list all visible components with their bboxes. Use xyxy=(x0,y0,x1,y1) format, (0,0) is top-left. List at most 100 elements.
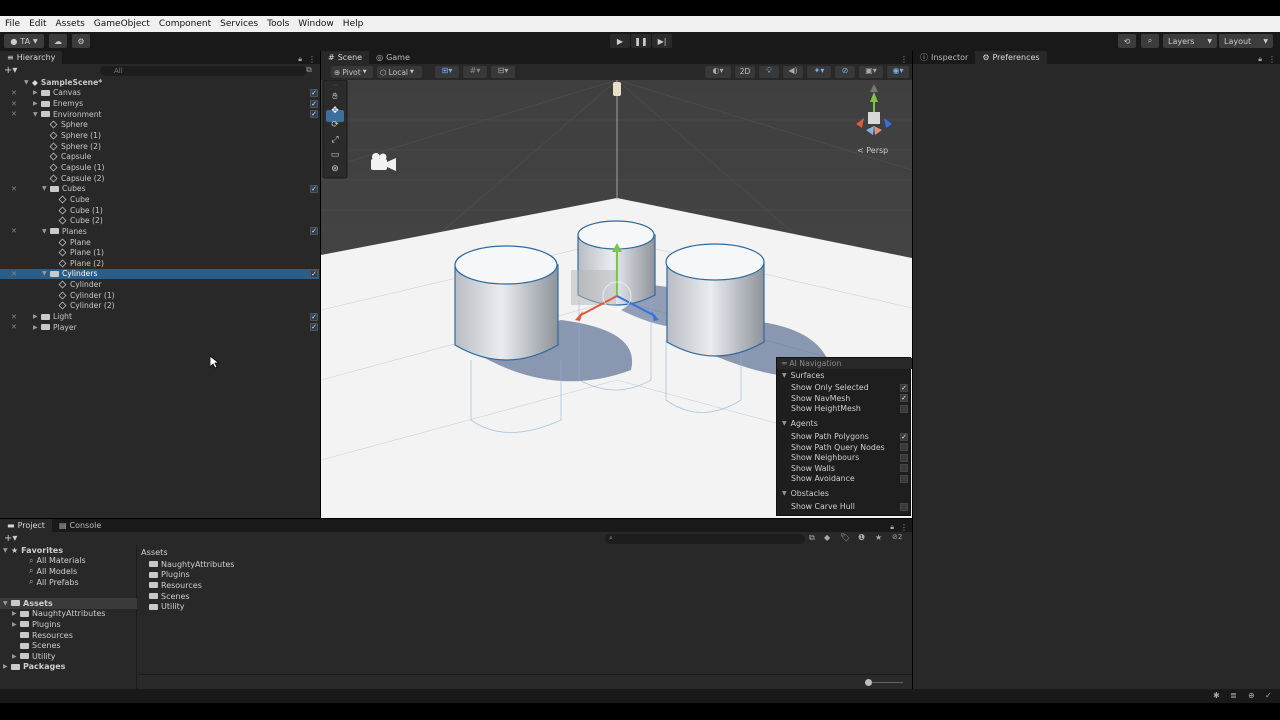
history-icon[interactable]: ⟲ xyxy=(1118,34,1136,48)
eye-icon[interactable]: ✕ xyxy=(11,185,17,193)
search-icon[interactable]: ⌕ xyxy=(1141,34,1159,48)
hierarchy-row[interactable]: ✕ ▼ Cylinders ✓ xyxy=(0,268,319,280)
project-tree-row[interactable]: ▶ Plugins xyxy=(0,619,137,630)
hierarchy-row[interactable]: ✕ ▶ Light ✓ xyxy=(0,311,319,322)
project-tree-row[interactable]: ▶ Packages xyxy=(0,662,137,673)
hierarchy-row[interactable]: Cylinder xyxy=(0,279,319,290)
rect-tool-icon[interactable]: ▭ xyxy=(331,150,340,164)
eye-icon[interactable]: ✕ xyxy=(11,323,17,331)
asset-item[interactable]: Resources xyxy=(149,580,202,591)
hierarchy-row[interactable]: Sphere (2) xyxy=(0,141,319,152)
search-by-label-icon[interactable]: ◆ xyxy=(824,533,830,542)
hierarchy-row[interactable]: Sphere xyxy=(0,120,319,131)
tab-scene[interactable]: # Scene xyxy=(321,51,370,64)
expand-arrow-icon[interactable]: ▼ xyxy=(24,79,32,86)
hierarchy-row[interactable]: Cube (2) xyxy=(0,215,319,226)
hierarchy-row[interactable]: Capsule (1) xyxy=(0,162,319,173)
tag-icon[interactable]: 🏷︎ xyxy=(840,533,850,542)
lock-icon[interactable]: 🔒︎ xyxy=(890,523,894,532)
expand-arrow-icon[interactable]: ▼ xyxy=(42,270,50,277)
check-circle-icon[interactable]: ✓ xyxy=(1265,691,1272,700)
cloud-icon[interactable]: ☁ xyxy=(49,34,67,48)
asset-item[interactable]: Utility xyxy=(149,601,185,612)
hierarchy-row[interactable]: Cylinder (2) xyxy=(0,301,319,312)
layers-dropdown[interactable]: Layers ▼ xyxy=(1163,34,1217,48)
nav-option-row[interactable]: Show NavMesh ✓ xyxy=(777,393,913,404)
hierarchy-row[interactable]: Plane (1) xyxy=(0,247,319,258)
asset-item[interactable]: Scenes xyxy=(149,591,190,602)
hierarchy-row[interactable]: ✕ ▼ Planes ✓ xyxy=(0,226,319,237)
hierarchy-row[interactable]: Cube (1) xyxy=(0,205,319,216)
asset-item[interactable]: NaughtyAttributes xyxy=(149,559,234,570)
hidden-packages-button[interactable]: ⊘2 xyxy=(892,533,902,541)
snap-grid-button[interactable]: ⊞▾ xyxy=(435,66,459,78)
menu-item-help[interactable]: Help xyxy=(338,19,368,29)
eye-icon[interactable]: ✕ xyxy=(11,270,17,278)
hidden-objects-toggle[interactable]: ⊘ xyxy=(835,66,855,78)
lock-icon[interactable]: 🔒︎ xyxy=(1258,55,1262,64)
nav-option-checkbox[interactable]: ✓ xyxy=(900,432,908,441)
expand-arrow-icon[interactable]: ▶ xyxy=(3,663,11,670)
project-search-input[interactable]: ⌕ xyxy=(605,534,805,544)
menu-item-edit[interactable]: Edit xyxy=(24,19,50,29)
nav-option-row[interactable]: Show Walls xyxy=(777,463,913,474)
project-tree-row[interactable]: Scenes xyxy=(0,640,137,651)
nav-section-header[interactable]: ▼ Obstacles xyxy=(777,488,913,499)
effects-toggle[interactable]: ✦▾ xyxy=(807,66,831,78)
tab-console[interactable]: ▤ Console xyxy=(52,519,108,532)
project-tree-row[interactable]: ⌕ All Prefabs xyxy=(0,577,137,588)
project-breadcrumb[interactable]: Assets xyxy=(138,545,912,559)
visibility-checkbox[interactable]: ✓ xyxy=(310,184,318,193)
menu-item-file[interactable]: File xyxy=(0,19,24,29)
visibility-checkbox[interactable]: ✓ xyxy=(310,312,318,321)
rotate-tool-icon[interactable]: ⟳ xyxy=(331,120,339,134)
nav-option-row[interactable]: Show Neighbours xyxy=(777,453,913,464)
filter-icon[interactable]: ⧉ xyxy=(306,65,312,75)
drag-handle-icon[interactable]: ⋯ xyxy=(332,82,338,91)
collab-icon[interactable]: ⚙ xyxy=(72,34,90,48)
visibility-checkbox[interactable]: ✓ xyxy=(310,323,318,332)
add-icon[interactable]: +▾ xyxy=(4,65,17,76)
project-tree-row[interactable]: ▼ ★ Favorites xyxy=(0,545,137,556)
tab-hierarchy[interactable]: ≡ Hierarchy xyxy=(0,51,63,64)
camera-settings-button[interactable]: ▣▾ xyxy=(859,66,883,78)
kebab-menu-icon[interactable]: ⋮ xyxy=(1268,55,1276,64)
eye-icon[interactable]: ✕ xyxy=(11,100,17,108)
play-button[interactable]: ▶ xyxy=(610,34,630,48)
kebab-menu-icon[interactable]: ⋮ xyxy=(900,523,908,532)
local-dropdown[interactable]: ⬡ Local ▼ xyxy=(377,66,422,78)
hierarchy-row[interactable]: Capsule xyxy=(0,152,319,163)
network-icon[interactable]: ⊕ xyxy=(1248,691,1255,700)
draw-mode-button[interactable]: ◐▾ xyxy=(705,66,731,78)
project-tree-row[interactable]: ⌕ All Models xyxy=(0,566,137,577)
step-button[interactable]: ▶| xyxy=(652,34,672,48)
expand-arrow-icon[interactable]: ▼ xyxy=(3,600,11,607)
hierarchy-row[interactable]: Cube xyxy=(0,194,319,205)
hand-tool-icon[interactable]: ✋︎ xyxy=(332,92,337,105)
pivot-dropdown[interactable]: ⊕ Pivot ▼ xyxy=(331,66,373,78)
expand-arrow-icon[interactable]: ▼ xyxy=(33,111,41,118)
hierarchy-row[interactable]: ✕ ▶ Canvas ✓ xyxy=(0,88,319,99)
collapse-arrow-icon[interactable]: ▶ xyxy=(33,89,41,96)
menu-item-window[interactable]: Window xyxy=(293,19,338,29)
expand-arrow-icon[interactable]: ▶ xyxy=(12,653,20,660)
scale-tool-icon[interactable]: ⤢ xyxy=(331,135,338,149)
nav-option-checkbox[interactable] xyxy=(900,453,908,462)
eye-icon[interactable]: ✕ xyxy=(11,110,17,118)
hierarchy-row[interactable]: ✕ ▼ Cubes ✓ xyxy=(0,184,319,195)
ai-navigation-header[interactable]: ═ AI Navigation xyxy=(777,358,912,369)
project-tree-row[interactable]: Resources xyxy=(0,630,137,641)
hierarchy-row[interactable]: Sphere (1) xyxy=(0,130,319,141)
lock-icon[interactable]: 🔒︎ xyxy=(298,55,302,64)
eye-icon[interactable]: ✕ xyxy=(11,313,17,321)
2d-toggle[interactable]: 2D xyxy=(735,66,755,78)
hierarchy-row[interactable]: ✕ ▶ Enemys ✓ xyxy=(0,98,319,109)
increment-snap-button[interactable]: ⊟▾ xyxy=(491,66,515,78)
project-tree-row[interactable]: ⌕ All Materials xyxy=(0,556,137,567)
hierarchy-row[interactable]: ✕ ▶ Player ✓ xyxy=(0,322,319,333)
stack-icon[interactable]: ≣ xyxy=(1230,691,1237,700)
nav-option-checkbox[interactable] xyxy=(900,502,908,511)
persp-label[interactable]: < Persp xyxy=(857,146,888,155)
add-icon[interactable]: +▾ xyxy=(4,533,17,544)
nav-option-row[interactable]: Show Path Polygons ✓ xyxy=(777,431,913,442)
